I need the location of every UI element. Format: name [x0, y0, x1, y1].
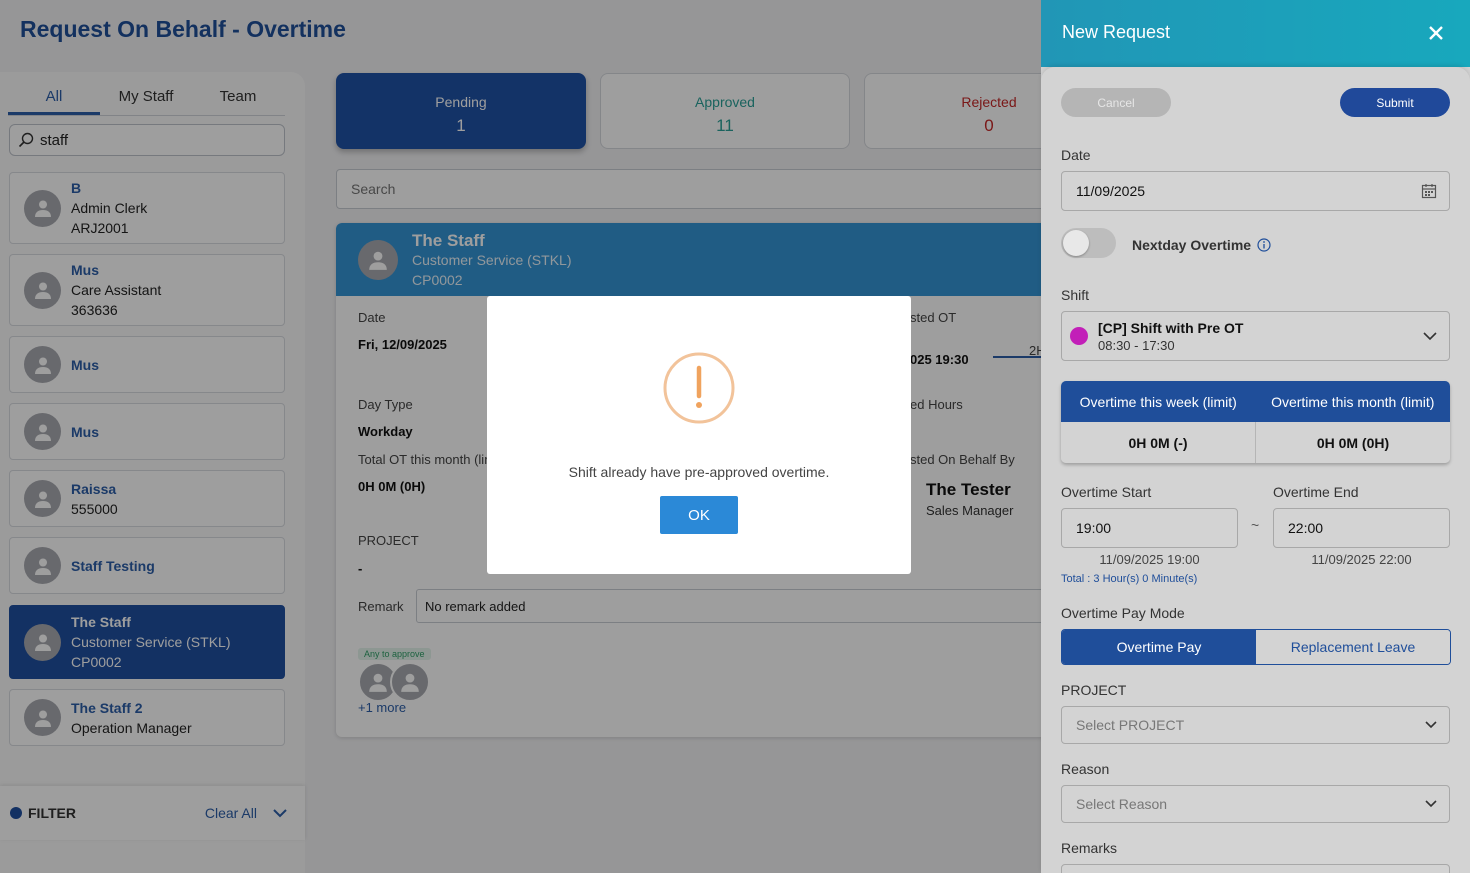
- chevron-down-icon: [1423, 331, 1437, 341]
- panel-title: New Request: [1062, 22, 1171, 42]
- alert-message: Shift already have pre-approved overtime…: [568, 464, 830, 480]
- pay-mode-toggle: Overtime Pay Replacement Leave: [1061, 629, 1451, 665]
- pay-mode-overtime-pay[interactable]: Overtime Pay: [1062, 630, 1256, 664]
- nextday-overtime-toggle[interactable]: [1061, 228, 1116, 258]
- ot-end-label: Overtime End: [1273, 484, 1359, 500]
- panel-header: New Request: [1041, 0, 1470, 67]
- chevron-down-icon: [1425, 721, 1437, 729]
- shift-color-dot: [1070, 327, 1088, 345]
- shift-time: 08:30 - 17:30: [1098, 337, 1175, 353]
- project-placeholder: Select PROJECT: [1076, 717, 1185, 733]
- reason-label: Reason: [1061, 761, 1110, 777]
- reason-select[interactable]: Select Reason: [1061, 785, 1450, 823]
- date-value: 11/09/2025: [1076, 183, 1146, 199]
- month-limit-label: Overtime this month (limit): [1271, 393, 1435, 410]
- nextday-overtime-row: Nextday Overtime: [1132, 237, 1271, 253]
- shift-name: [CP] Shift with Pre OT: [1098, 319, 1244, 336]
- ot-start-full: 11/09/2025 19:00: [1099, 552, 1200, 567]
- info-icon[interactable]: [1257, 238, 1271, 252]
- alert-dialog: Shift already have pre-approved overtime…: [487, 296, 911, 574]
- remarks-input[interactable]: [1061, 864, 1450, 873]
- nextday-label: Nextday Overtime: [1132, 237, 1252, 253]
- chevron-down-icon: [1425, 800, 1437, 808]
- time-separator: ~: [1251, 517, 1260, 533]
- project-select[interactable]: Select PROJECT: [1061, 706, 1450, 744]
- ok-button[interactable]: OK: [660, 496, 738, 534]
- date-label: Date: [1061, 147, 1091, 163]
- remarks-label: Remarks: [1061, 840, 1118, 856]
- pay-mode-replacement-leave[interactable]: Replacement Leave: [1256, 630, 1450, 664]
- date-field[interactable]: 11/09/2025: [1061, 171, 1450, 211]
- close-icon[interactable]: [1425, 22, 1447, 44]
- submit-button[interactable]: Submit: [1340, 88, 1450, 117]
- reason-placeholder: Select Reason: [1076, 796, 1168, 812]
- month-limit-value: 0H 0M (0H): [1255, 422, 1450, 463]
- toggle-knob: [1063, 230, 1089, 256]
- week-limit-value: 0H 0M (-): [1128, 434, 1188, 451]
- ot-start-input[interactable]: 19:00: [1061, 508, 1238, 548]
- shift-select[interactable]: [CP] Shift with Pre OT 08:30 - 17:30: [1061, 311, 1450, 361]
- calendar-icon[interactable]: [1421, 183, 1437, 199]
- shift-label: Shift: [1061, 287, 1090, 303]
- week-limit-label: Overtime this week (limit): [1079, 393, 1237, 410]
- ot-end-input[interactable]: 22:00: [1273, 508, 1450, 548]
- new-request-panel: New Request Cancel Submit Date 11/09/202…: [1041, 0, 1470, 873]
- warning-icon: [662, 351, 736, 425]
- ot-end-full: 11/09/2025 22:00: [1311, 552, 1412, 567]
- pay-mode-label: Overtime Pay Mode: [1061, 605, 1185, 621]
- ot-total: Total : 3 Hour(s) 0 Minute(s): [1061, 573, 1198, 585]
- cancel-button[interactable]: Cancel: [1061, 88, 1171, 117]
- ot-start-label: Overtime Start: [1061, 484, 1152, 500]
- overtime-limit-box: Overtime this week (limit) Overtime this…: [1061, 381, 1450, 463]
- project-label: PROJECT: [1061, 682, 1127, 698]
